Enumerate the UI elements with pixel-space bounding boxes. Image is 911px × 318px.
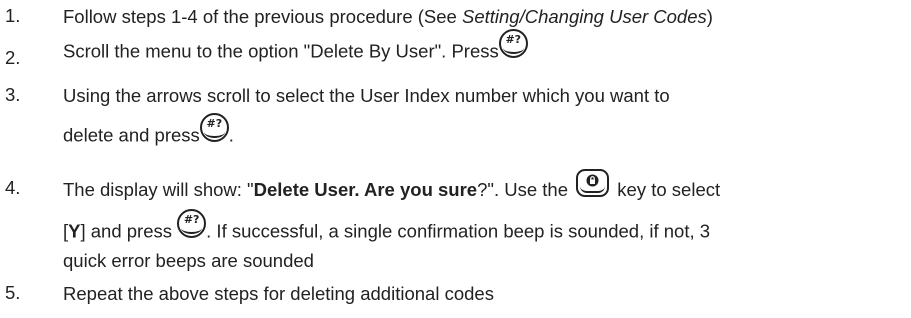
instruction-steps: 1. Follow steps 1-4 of the previous proc… [0, 0, 911, 318]
step-text-line-3: quick error beeps are sounded [63, 250, 314, 271]
step-text: Repeat the above steps for deleting addi… [63, 283, 494, 304]
step-number: 5. [5, 282, 21, 303]
step-text: Scroll the menu to the option "Delete By… [63, 29, 528, 67]
step-number: 1. [5, 5, 21, 26]
option-y: Y [68, 220, 81, 242]
step-text-line-2: [Y] and press #?. If successful, a singl… [63, 209, 710, 247]
reference-title: Setting/Changing User Codes [462, 6, 707, 27]
step-number: 3. [5, 84, 21, 105]
hash-question-key-icon: #? [498, 29, 528, 58]
lock-key-icon [576, 169, 610, 197]
step-text-line-1: The display will show: "Delete User. Are… [63, 169, 720, 205]
step-text-line-2: delete and press #?. [63, 113, 234, 151]
hash-question-key-icon: #? [199, 113, 229, 142]
hash-question-key-icon: #? [177, 209, 207, 238]
step-text: Follow steps 1-4 of the previous procedu… [63, 6, 713, 27]
step-number: 4. [5, 177, 21, 198]
display-message: Delete User. Are you sure [253, 178, 478, 200]
step-text-line-1: Using the arrows scroll to select the Us… [63, 85, 670, 106]
step-number: 2. [5, 47, 21, 68]
